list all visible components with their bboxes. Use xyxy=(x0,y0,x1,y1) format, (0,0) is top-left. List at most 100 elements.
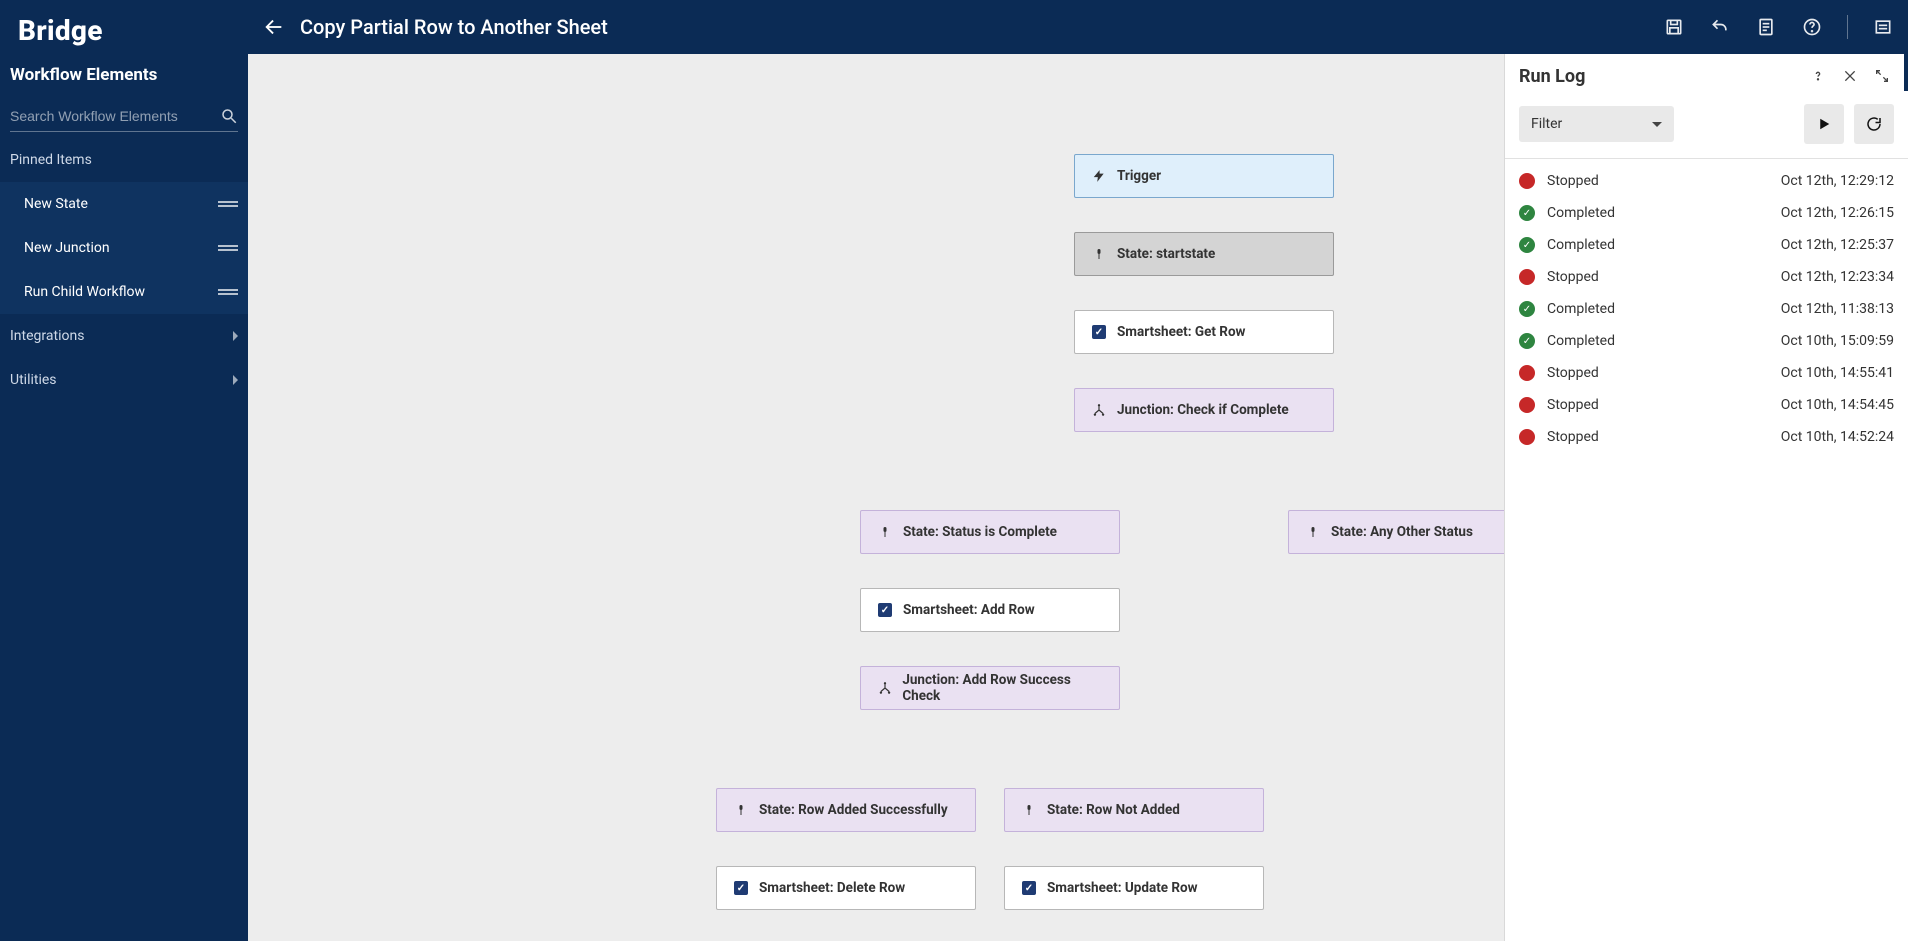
state-icon xyxy=(733,802,749,818)
runlog-row[interactable]: Stopped Oct 10th, 14:52:24 xyxy=(1519,421,1894,453)
state-icon xyxy=(1021,802,1037,818)
panel-accent xyxy=(1904,54,1908,91)
runlog-row[interactable]: Completed Oct 12th, 12:25:37 xyxy=(1519,229,1894,261)
logo: Bridge xyxy=(0,0,248,57)
runlog-header-actions xyxy=(1806,64,1894,88)
search-icon[interactable] xyxy=(220,107,238,125)
pinned-run-child-workflow[interactable]: Run Child Workflow xyxy=(0,270,248,314)
pinned-new-state[interactable]: New State xyxy=(0,182,248,226)
runlog-status: Completed xyxy=(1547,205,1657,221)
status-stop-icon xyxy=(1519,365,1535,381)
runlog-row[interactable]: StoppedOct 10th, 14:54:45 xyxy=(1519,389,1894,421)
runlog-timestamp: Oct 10th, 14:54:45 xyxy=(1781,397,1894,413)
drag-handle-icon[interactable] xyxy=(218,243,238,253)
status-ok-icon xyxy=(1519,237,1535,253)
undo-icon[interactable] xyxy=(1709,16,1731,38)
drag-handle-icon[interactable] xyxy=(218,199,238,209)
nav-integrations[interactable]: Integrations xyxy=(0,314,248,358)
smartsheet-icon xyxy=(1091,324,1107,340)
close-icon[interactable] xyxy=(1838,64,1862,88)
status-stop-icon xyxy=(1519,429,1535,445)
runlog-row[interactable]: CompletedOct 12th, 12:26:15 xyxy=(1519,197,1894,229)
status-stop-icon xyxy=(1519,269,1535,285)
node-state-any-other[interactable]: State: Any Other Status xyxy=(1288,510,1504,554)
pinned-item-label: Run Child Workflow xyxy=(24,284,145,300)
node-state-row-not-added[interactable]: State: Row Not Added xyxy=(1004,788,1264,832)
node-label: State: Row Not Added xyxy=(1047,802,1180,818)
node-add-row[interactable]: Smartsheet: Add Row xyxy=(860,588,1120,632)
chevron-down-icon xyxy=(1652,122,1662,127)
junction-icon xyxy=(1091,402,1107,418)
runlog-list: StoppedOct 12th, 12:29:12CompletedOct 12… xyxy=(1505,159,1908,459)
state-icon xyxy=(1091,246,1107,262)
node-label: Smartsheet: Update Row xyxy=(1047,880,1198,896)
runlog-row[interactable]: StoppedOct 10th, 14:55:41 xyxy=(1519,357,1894,389)
status-stop-icon xyxy=(1519,397,1535,413)
sidebar: Bridge Workflow Elements Pinned Items Ne… xyxy=(0,0,248,941)
drag-handle-icon[interactable] xyxy=(218,287,238,297)
divider xyxy=(1847,15,1848,39)
runlog-timestamp: Oct 12th, 12:23:34 xyxy=(1781,269,1894,285)
node-label: Smartsheet: Delete Row xyxy=(759,880,905,896)
status-stop-icon xyxy=(1519,173,1535,189)
junction-icon xyxy=(877,680,892,696)
runlog-row[interactable]: CompletedOct 10th, 15:09:59 xyxy=(1519,325,1894,357)
runlog-timestamp: Oct 10th, 14:55:41 xyxy=(1781,365,1894,381)
node-label: Trigger xyxy=(1117,168,1161,184)
runlog-timestamp: Oct 10th, 14:52:24 xyxy=(1781,429,1894,445)
smartsheet-icon xyxy=(733,880,749,896)
smartsheet-icon xyxy=(1021,880,1037,896)
workflow-canvas[interactable]: Trigger State: startstate Smartsheet: Ge… xyxy=(248,54,1504,941)
node-label: Junction: Check if Complete xyxy=(1117,402,1289,418)
search-wrapper xyxy=(10,101,238,132)
search-input[interactable] xyxy=(10,108,220,124)
status-ok-icon xyxy=(1519,205,1535,221)
node-label: State: startstate xyxy=(1117,246,1215,262)
page-title: Copy Partial Row to Another Sheet xyxy=(300,15,608,39)
node-get-row[interactable]: Smartsheet: Get Row xyxy=(1074,310,1334,354)
pinned-new-junction[interactable]: New Junction xyxy=(0,226,248,270)
node-label: State: Row Added Successfully xyxy=(759,802,948,818)
node-junction-check-complete[interactable]: Junction: Check if Complete xyxy=(1074,388,1334,432)
runlog-row[interactable]: Stopped Oct 12th, 12:23:34 xyxy=(1519,261,1894,293)
nav-item-label: Utilities xyxy=(10,372,57,388)
node-delete-row[interactable]: Smartsheet: Delete Row xyxy=(716,866,976,910)
runlog-row[interactable]: Completed Oct 12th, 11:38:13 xyxy=(1519,293,1894,325)
refresh-button[interactable] xyxy=(1854,104,1894,144)
node-state-row-added[interactable]: State: Row Added Successfully xyxy=(716,788,976,832)
runlog-status: Completed xyxy=(1547,237,1657,253)
chevron-right-icon xyxy=(233,331,238,341)
runlog-status: Stopped xyxy=(1547,429,1657,445)
notes-icon[interactable] xyxy=(1755,16,1777,38)
runlog-timestamp: Oct 12th, 11:38:13 xyxy=(1781,301,1894,317)
runlog-status: Stopped xyxy=(1547,269,1657,285)
runlog-status: Completed xyxy=(1547,301,1657,317)
runlog-timestamp: Oct 12th, 12:25:37 xyxy=(1781,237,1894,253)
runlog-status: Stopped xyxy=(1547,173,1657,189)
back-button[interactable] xyxy=(262,15,286,39)
pinned-list: New State New Junction Run Child Workflo… xyxy=(0,182,248,314)
topbar-actions xyxy=(1663,15,1894,39)
panel-toggle-icon[interactable] xyxy=(1872,16,1894,38)
nav-utilities[interactable]: Utilities xyxy=(0,358,248,402)
save-icon[interactable] xyxy=(1663,16,1685,38)
runlog-help-icon[interactable] xyxy=(1806,64,1830,88)
runlog-row[interactable]: StoppedOct 12th, 12:29:12 xyxy=(1519,165,1894,197)
filter-select[interactable]: Filter xyxy=(1519,106,1674,142)
node-startstate[interactable]: State: startstate xyxy=(1074,232,1334,276)
play-button[interactable] xyxy=(1804,104,1844,144)
expand-icon[interactable] xyxy=(1870,64,1894,88)
pinned-heading: Pinned Items xyxy=(0,138,248,182)
node-label: Smartsheet: Add Row xyxy=(903,602,1035,618)
node-state-status-complete[interactable]: State: Status is Complete xyxy=(860,510,1120,554)
runlog-panel: Run Log Filter xyxy=(1504,54,1908,941)
node-update-row[interactable]: Smartsheet: Update Row xyxy=(1004,866,1264,910)
runlog-status: Completed xyxy=(1547,333,1657,349)
lightning-icon xyxy=(1091,168,1107,184)
node-trigger[interactable]: Trigger xyxy=(1074,154,1334,198)
nav-item-label: Integrations xyxy=(10,328,84,344)
body: Trigger State: startstate Smartsheet: Ge… xyxy=(248,54,1908,941)
runlog-header: Run Log xyxy=(1505,54,1908,98)
node-junction-add-row-check[interactable]: Junction: Add Row Success Check xyxy=(860,666,1120,710)
help-icon[interactable] xyxy=(1801,16,1823,38)
